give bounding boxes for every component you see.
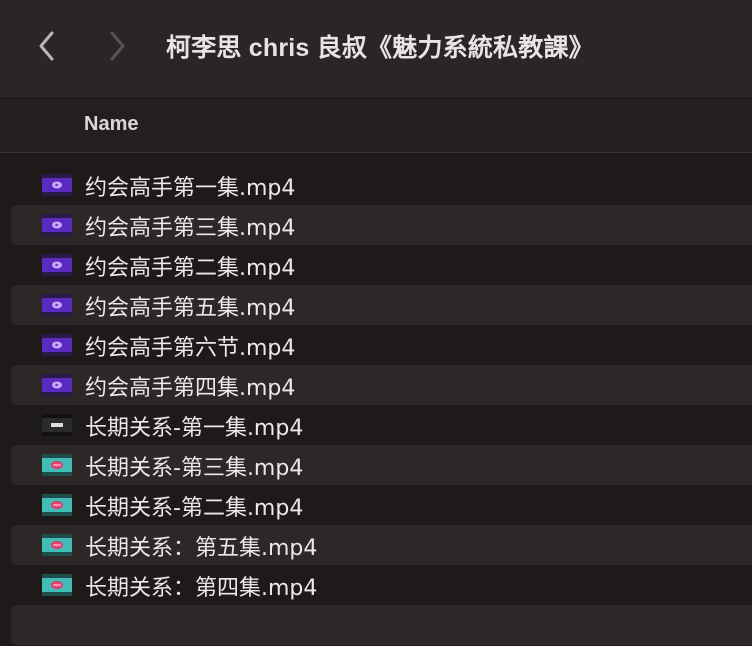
file-name: 长期关系-第三集.mp4	[85, 456, 304, 481]
dark-video-icon	[42, 414, 72, 436]
file-name: 约会高手第四集.mp4	[85, 376, 296, 401]
file-row[interactable]: 约会高手第五集.mp4	[11, 285, 752, 325]
file-row[interactable]: 约会高手第六节.mp4	[11, 325, 752, 365]
teal-video-icon	[42, 534, 72, 556]
empty-row	[11, 605, 752, 645]
teal-video-icon	[42, 494, 72, 516]
purple-video-icon	[42, 174, 72, 196]
file-name: 约会高手第三集.mp4	[85, 216, 296, 241]
file-name: 约会高手第六节.mp4	[85, 336, 296, 361]
file-row[interactable]: 长期关系：第五集.mp4	[11, 525, 752, 565]
file-row[interactable]: 长期关系-第一集.mp4	[11, 405, 752, 445]
purple-video-icon	[42, 254, 72, 276]
purple-video-icon	[42, 294, 72, 316]
file-row[interactable]: 约会高手第三集.mp4	[11, 205, 752, 245]
file-row[interactable]: 长期关系：第四集.mp4	[11, 565, 752, 605]
file-list: 约会高手第一集.mp4 约会高手第三集.mp4 约会高手第二集.mp4 约会高手第五集…	[11, 165, 752, 645]
file-name: 约会高手第二集.mp4	[85, 256, 296, 281]
forward-button[interactable]	[102, 26, 132, 66]
file-name: 约会高手第一集.mp4	[85, 176, 296, 201]
file-row[interactable]: 长期关系-第二集.mp4	[11, 485, 752, 525]
file-row[interactable]: 约会高手第二集.mp4	[11, 245, 752, 285]
file-name: 长期关系-第一集.mp4	[85, 416, 304, 441]
column-header: Name	[0, 99, 752, 153]
chevron-left-icon	[39, 31, 54, 61]
teal-video-icon	[42, 454, 72, 476]
file-row[interactable]: 长期关系-第三集.mp4	[11, 445, 752, 485]
column-header-name[interactable]: Name	[84, 113, 138, 136]
file-name: 约会高手第五集.mp4	[85, 296, 296, 321]
finder-window: 柯李思 chris 良叔《魅力系統私教課》 Name 约会高手第一集.mp4 约会…	[0, 0, 752, 646]
file-row[interactable]: 约会高手第四集.mp4	[11, 365, 752, 405]
file-name: 长期关系：第五集.mp4	[85, 536, 318, 561]
purple-video-icon	[42, 334, 72, 356]
purple-video-icon	[42, 214, 72, 236]
toolbar: 柯李思 chris 良叔《魅力系統私教課》	[0, 0, 752, 99]
teal-video-icon	[42, 574, 72, 596]
chevron-right-icon	[110, 31, 125, 61]
back-button[interactable]	[32, 26, 62, 66]
purple-video-icon	[42, 374, 72, 396]
file-row[interactable]: 约会高手第一集.mp4	[11, 165, 752, 205]
window-title: 柯李思 chris 良叔《魅力系統私教課》	[166, 34, 594, 62]
file-name: 长期关系-第二集.mp4	[85, 496, 304, 521]
file-name: 长期关系：第四集.mp4	[85, 576, 318, 601]
